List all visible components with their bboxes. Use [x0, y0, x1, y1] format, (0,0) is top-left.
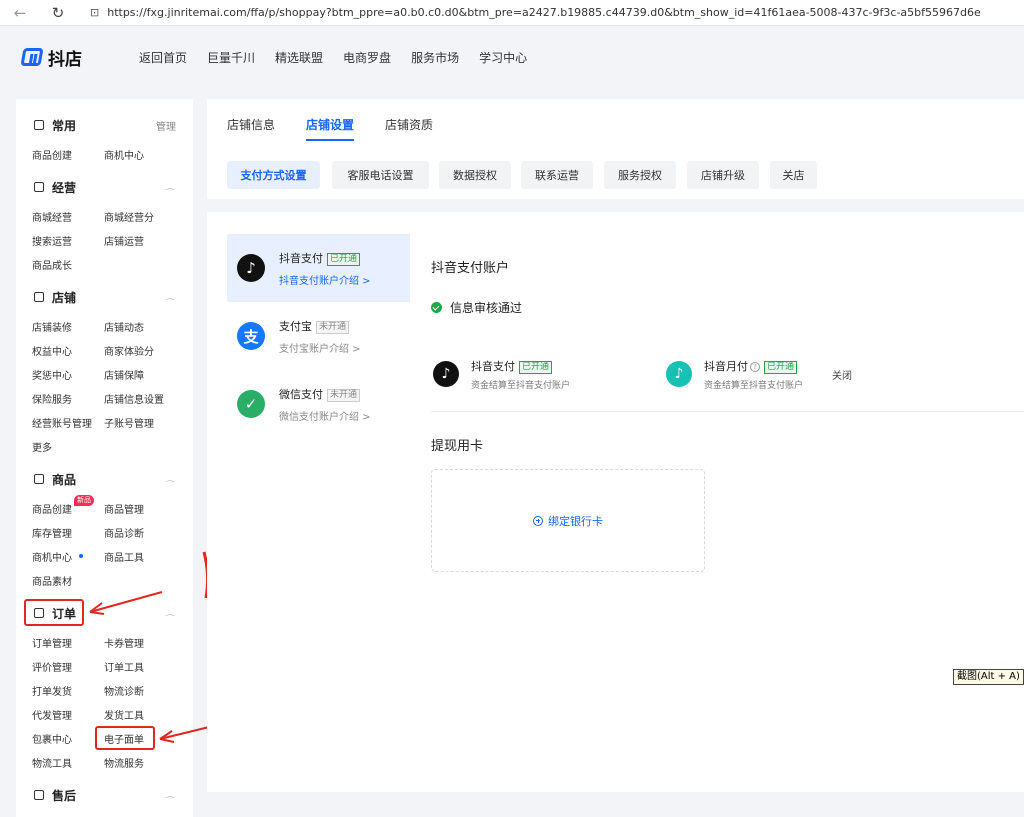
service-name: 抖音支付 已开通 — [471, 358, 553, 374]
settings-header-card: 店铺信息 店铺设置 店铺资质 支付方式设置 客服电话设置 数据授权 联系运营 服… — [207, 99, 1024, 199]
subtab-contact-ops[interactable]: 联系运营 — [521, 161, 593, 189]
payment-intro-link[interactable]: 微信支付账户介绍 > — [279, 408, 371, 423]
divider — [431, 411, 1024, 412]
withdraw-card-title: 提现用卡 — [431, 439, 484, 454]
tab-shop-info[interactable]: 店铺信息 — [227, 116, 275, 133]
panel-title: 抖音支付账户 — [431, 261, 510, 276]
payment-name-text: 抖音支付 — [279, 252, 323, 265]
annotation-number-1: 1 — [198, 599, 200, 601]
tiktok-icon: ♪ — [433, 361, 459, 387]
audit-status: 信息审核通过 — [431, 299, 522, 316]
tab-active-indicator — [306, 139, 354, 141]
service-name-text: 抖音支付 — [471, 360, 515, 373]
status-badge: 已开通 — [519, 361, 553, 374]
subtab-close-shop[interactable]: 关店 — [770, 161, 817, 189]
payment-name: 抖音支付 已开通 — [279, 250, 361, 266]
service-desc: 资金结算至抖音支付账户 — [471, 381, 571, 391]
service-desc: 资金结算至抖音支付账户 — [704, 381, 804, 391]
payment-name-text: 支付宝 — [279, 320, 312, 333]
payment-settings-card: ♪ 抖音支付 已开通 抖音支付账户介绍 > 支 支付宝 未开通 支付宝账户介绍 > … — [207, 212, 1024, 792]
payment-name: 微信支付 未开通 — [279, 386, 361, 402]
screenshot-tooltip: 截图(Alt + A) — [953, 669, 1024, 685]
status-badge: 未开通 — [316, 321, 350, 334]
bind-bank-card-button[interactable]: 绑定银行卡 — [431, 469, 705, 572]
bind-bank-card-text: 绑定银行卡 — [548, 514, 603, 528]
payment-name: 支付宝 未开通 — [279, 318, 350, 334]
check-circle-icon — [431, 302, 442, 313]
payment-intro-link[interactable]: 支付宝账户介绍 > — [279, 340, 361, 355]
subtab-service-phone[interactable]: 客服电话设置 — [332, 161, 429, 189]
tab-shop-settings[interactable]: 店铺设置 — [306, 116, 354, 133]
close-service-button[interactable]: 关闭 — [832, 367, 852, 382]
subtab-shop-upgrade[interactable]: 店铺升级 — [687, 161, 759, 189]
service-name: 抖音月付? 已开通 — [704, 358, 798, 374]
payment-option-wechat[interactable]: ✓ 微信支付 未开通 微信支付账户介绍 > — [227, 370, 410, 438]
status-badge: 已开通 — [764, 361, 798, 374]
tiktok-icon: ♪ — [666, 361, 692, 387]
service-name-text: 抖音月付 — [704, 360, 748, 373]
status-badge: 未开通 — [327, 389, 361, 402]
subtab-service-auth[interactable]: 服务授权 — [604, 161, 676, 189]
tiktok-icon: ♪ — [237, 254, 265, 282]
payment-option-douyin[interactable]: ♪ 抖音支付 已开通 抖音支付账户介绍 > — [227, 234, 410, 302]
payment-option-alipay[interactable]: 支 支付宝 未开通 支付宝账户介绍 > — [227, 302, 410, 370]
annotation-arrow-1 — [89, 591, 163, 613]
tab-shop-qualification[interactable]: 店铺资质 — [385, 116, 433, 133]
payment-name-text: 微信支付 — [279, 388, 323, 401]
audit-status-text: 信息审核通过 — [450, 301, 523, 315]
bind-bank-card-label: 绑定银行卡 — [533, 513, 603, 529]
subtab-payment-settings[interactable]: 支付方式设置 — [227, 161, 320, 189]
help-icon[interactable]: ? — [750, 362, 760, 372]
wechat-pay-icon: ✓ — [237, 390, 265, 418]
status-badge: 已开通 — [327, 253, 361, 266]
alipay-icon: 支 — [237, 322, 265, 350]
payment-intro-link[interactable]: 抖音支付账户介绍 > — [279, 272, 371, 287]
subtab-data-auth[interactable]: 数据授权 — [439, 161, 511, 189]
plus-circle-icon — [533, 515, 543, 526]
